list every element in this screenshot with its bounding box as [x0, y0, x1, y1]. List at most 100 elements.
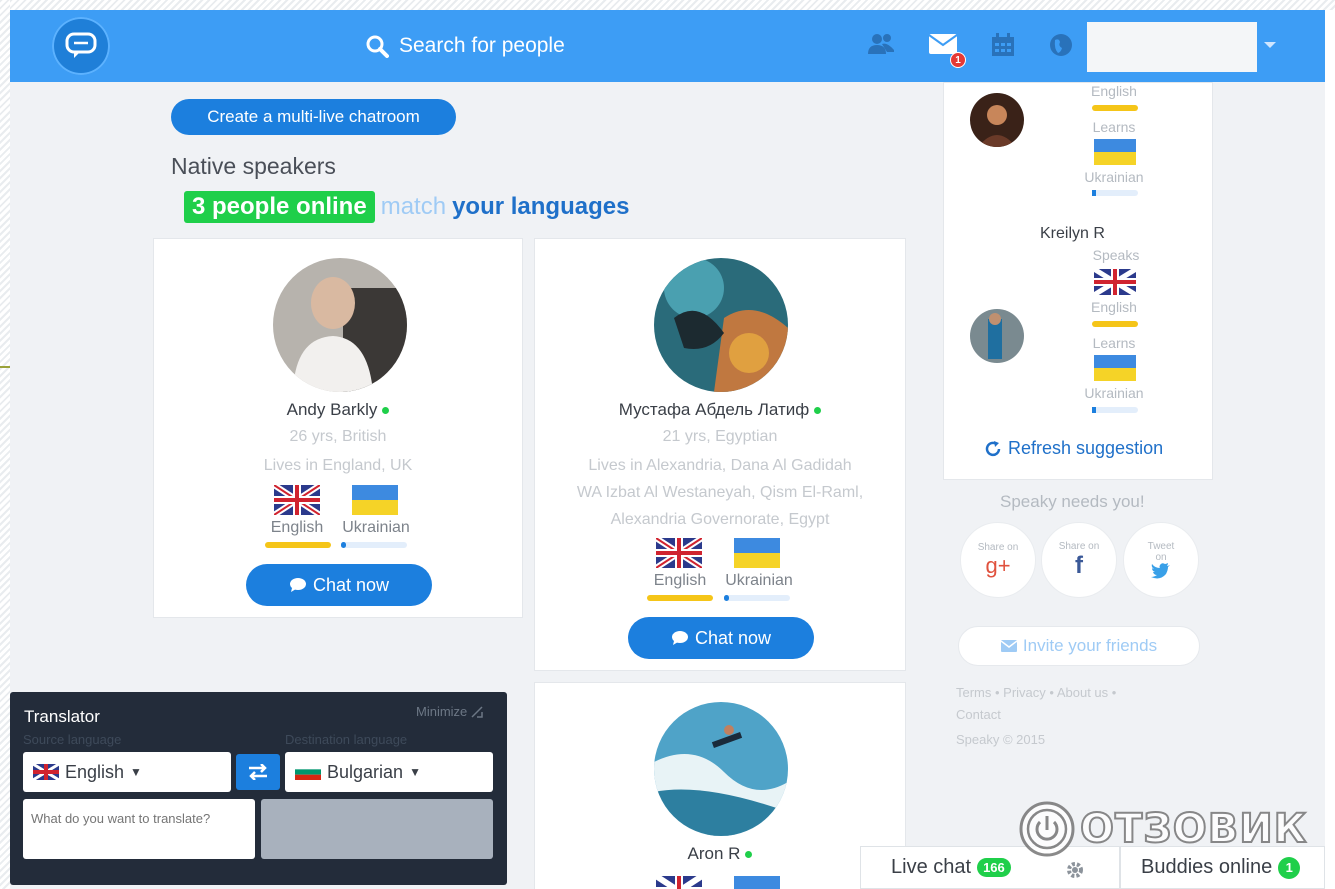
- person-name[interactable]: Andy Barkly: [154, 400, 522, 420]
- online-summary: 3 people online match your languages: [184, 190, 629, 224]
- person-age: 26 yrs, British: [289, 428, 387, 445]
- suggestions-panel: English Learns Ukrainian Kreilyn R Speak…: [943, 82, 1213, 480]
- bulgaria-flag-icon: [295, 764, 321, 780]
- create-chatroom-button[interactable]: Create a multi-live chatroom: [171, 99, 456, 135]
- uk-flag-icon: [33, 764, 59, 780]
- speech-bubble-icon: [671, 631, 688, 645]
- chevron-down-icon: ▼: [130, 765, 142, 779]
- speaker-card: Мустафа Абдель Латиф 21 yrs, Egyptian Li…: [534, 238, 906, 671]
- avatar[interactable]: [654, 258, 788, 392]
- otzovik-watermark: ОТЗОВИК: [1018, 800, 1307, 858]
- live-chat-count-badge: 166: [977, 858, 1011, 877]
- ukrainian-level-bar: [1092, 190, 1138, 196]
- person-location-line: WA Izbat Al Westaneyah, Qism El-Raml,: [576, 484, 864, 501]
- english-level-bar: [265, 542, 331, 548]
- online-status-dot: [382, 407, 390, 415]
- twitter-icon: [1151, 563, 1170, 579]
- chevron-down-icon[interactable]: [1264, 42, 1276, 48]
- speaky-needs-you-text: Speaky needs you!: [1000, 492, 1145, 511]
- match-label: match: [380, 193, 447, 220]
- english-level-bar: [1092, 321, 1138, 327]
- learns-language: Ukrainian: [1084, 169, 1144, 185]
- power-logo-icon: [1019, 801, 1075, 857]
- chevron-down-icon: ▼: [409, 765, 421, 779]
- learns-label: Learns: [1092, 335, 1136, 351]
- online-status-dot: [745, 851, 753, 859]
- search-people-button[interactable]: Search for people: [365, 30, 565, 62]
- ukraine-flag-icon: [734, 876, 780, 889]
- chat-bubble-icon: [65, 32, 97, 58]
- ukrainian-level-bar: [1092, 407, 1138, 413]
- speaks-language: English: [1091, 299, 1137, 315]
- page-top-edge: [10, 0, 1335, 10]
- google-plus-icon: g+: [985, 552, 1011, 578]
- ukraine-flag-icon: [1094, 139, 1136, 165]
- ukraine-flag-icon: [1094, 355, 1136, 381]
- uk-flag-icon: [274, 485, 320, 515]
- online-status-dot: [814, 407, 822, 415]
- speaky-logo[interactable]: [52, 17, 110, 75]
- people-icon[interactable]: [866, 32, 896, 56]
- ukraine-flag-icon: [352, 485, 398, 515]
- person-name[interactable]: Мустафа Абдель Латиф: [535, 400, 905, 420]
- person-location-line: Lives in Alexandria, Dana Al Gadidah: [588, 457, 852, 474]
- refresh-icon: [985, 440, 1001, 456]
- avatar[interactable]: [970, 93, 1024, 147]
- chat-now-button[interactable]: Chat now: [628, 617, 814, 659]
- your-languages-link[interactable]: your languages: [452, 193, 629, 221]
- speaker-card: Andy Barkly 26 yrs, British Lives in Eng…: [153, 238, 523, 618]
- learns-language: Ukrainian: [725, 572, 793, 589]
- speaks-language: English: [270, 519, 324, 536]
- online-count-badge[interactable]: 3 people online: [184, 191, 375, 223]
- person-name[interactable]: Kreilyn R: [1040, 225, 1105, 243]
- top-navbar: Search for people 1: [10, 10, 1325, 82]
- user-menu[interactable]: [1087, 22, 1257, 72]
- translator-title: Translator: [24, 707, 100, 726]
- destination-language-select[interactable]: Bulgarian ▼: [285, 752, 493, 792]
- translator-panel: Translator Minimize Source language Dest…: [10, 692, 507, 885]
- minimize-icon: [471, 705, 484, 718]
- ukrainian-level-bar: [724, 595, 790, 601]
- destination-language-label: Destination language: [285, 732, 408, 747]
- minimize-button[interactable]: Minimize: [416, 704, 484, 719]
- refresh-suggestion-button[interactable]: Refresh suggestion: [984, 438, 1163, 459]
- calendar-icon[interactable]: [990, 32, 1016, 58]
- chat-now-button[interactable]: Chat now: [246, 564, 432, 606]
- app-window: Search for people 1 Create a multi-live …: [10, 10, 1325, 889]
- avatar[interactable]: [273, 258, 407, 392]
- speech-bubble-icon: [289, 578, 306, 592]
- person-location: Lives in England, UK: [263, 457, 413, 474]
- search-label: Search for people: [399, 34, 565, 57]
- person-name[interactable]: Aron R: [535, 844, 905, 864]
- section-title: Native speakers: [171, 153, 336, 179]
- speaks-language: English: [653, 572, 707, 589]
- learns-label: Learns: [1092, 119, 1136, 135]
- invite-friends-button[interactable]: Invite your friends: [958, 626, 1200, 666]
- english-level-bar: [647, 595, 713, 601]
- share-facebook-button[interactable]: Share on f: [1041, 522, 1117, 598]
- translation-output: [261, 799, 493, 859]
- translate-input[interactable]: [23, 799, 255, 859]
- avatar[interactable]: [654, 702, 788, 836]
- speaks-label: Speaks: [1092, 247, 1140, 263]
- envelope-icon: [1000, 640, 1017, 652]
- footer-links[interactable]: Terms • Privacy • About us • Contact: [956, 682, 1166, 726]
- uk-flag-icon: [1094, 269, 1136, 295]
- buddies-count-badge: 1: [1278, 856, 1301, 879]
- ukraine-flag-icon: [734, 538, 780, 568]
- share-google-button[interactable]: Share on g+: [960, 522, 1036, 598]
- learns-language: Ukrainian: [1084, 385, 1144, 401]
- messages-count-badge: 1: [950, 52, 966, 68]
- gear-icon[interactable]: [1065, 860, 1085, 880]
- share-twitter-button[interactable]: Tweet on: [1123, 522, 1199, 598]
- swap-languages-button[interactable]: [236, 754, 280, 790]
- facebook-icon: f: [1075, 551, 1083, 579]
- avatar[interactable]: [970, 309, 1024, 363]
- learns-language: Ukrainian: [342, 519, 410, 536]
- source-language-label: Source language: [23, 732, 122, 747]
- source-language-select[interactable]: English ▼: [23, 752, 231, 792]
- globe-icon[interactable]: [1048, 32, 1074, 58]
- speaks-language: English: [1091, 83, 1137, 99]
- search-icon: [366, 35, 389, 58]
- ukrainian-level-bar: [341, 542, 407, 548]
